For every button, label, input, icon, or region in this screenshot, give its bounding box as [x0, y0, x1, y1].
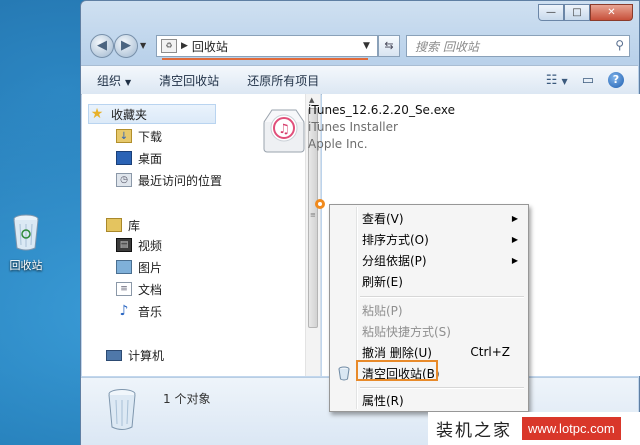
menu-item-label: 查看(V) [362, 211, 404, 226]
menu-item-paste[interactable]: 粘贴(P) [332, 300, 526, 320]
address-path[interactable]: 回收站 [192, 38, 363, 55]
search-icon[interactable]: ⚲ [615, 38, 624, 52]
recycle-bin-icon [13, 214, 39, 251]
menu-item-label: 分组依据(P) [362, 253, 427, 268]
menu-item-label: 属性(R) [362, 393, 404, 408]
menu-item-group-by[interactable]: 分组依据(P) ▶ [332, 250, 526, 270]
menu-separator [360, 296, 524, 298]
library-icon [106, 218, 122, 232]
desktop-recycle-bin[interactable]: 回收站 [4, 212, 48, 273]
menu-item-label: 粘贴快捷方式(S) [362, 324, 451, 339]
nav-item-label: 音乐 [138, 304, 163, 319]
nav-item-recent-places[interactable]: ◷ 最近访问的位置 [116, 171, 222, 189]
organize-button[interactable]: 组织 ▼ [93, 69, 135, 92]
toolbar-right: ☷ ▼ ▭ ? [546, 72, 624, 88]
nav-item-desktop[interactable]: 桌面 [116, 149, 162, 167]
menu-separator [360, 387, 524, 389]
menu-item-label: 粘贴(P) [362, 303, 403, 318]
maximize-button[interactable]: □ [564, 4, 590, 21]
submenu-arrow-icon: ▶ [511, 213, 518, 223]
recent-pages-dropdown[interactable]: ▼ [140, 41, 146, 50]
command-bar: 组织 ▼ 清空回收站 还原所有项目 ☷ ▼ ▭ ? [81, 65, 638, 95]
help-icon[interactable]: ? [608, 72, 624, 88]
menu-item-undo-delete[interactable]: 撤消 删除(U) Ctrl+Z [332, 342, 526, 362]
file-description: iTunes Installer [308, 120, 398, 134]
recycle-bin-menu-icon [338, 366, 350, 381]
watermark-brand: 装机之家 [436, 421, 512, 441]
nav-item-downloads[interactable]: ↓ 下载 [116, 127, 162, 145]
nav-favorites-label: 收藏夹 [111, 107, 148, 122]
nav-computer[interactable]: 计算机 [106, 346, 164, 364]
menu-item-label: 排序方式(O) [362, 232, 429, 247]
restore-all-button[interactable]: 还原所有项目 [243, 69, 323, 92]
svg-text:♫: ♫ [278, 122, 290, 137]
music-icon: ♪ [119, 303, 129, 319]
search-input[interactable] [413, 37, 607, 57]
recycle-bin-large-icon [108, 389, 136, 430]
address-underline [162, 58, 368, 60]
menu-item-sort-by[interactable]: 排序方式(O) ▶ [332, 229, 526, 249]
menu-item-label: 刷新(E) [362, 274, 403, 289]
nav-item-videos[interactable]: ▤ 视频 [116, 236, 162, 254]
preview-pane-icon[interactable]: ▭ [582, 73, 594, 88]
close-button[interactable]: ✕ [590, 4, 633, 21]
nav-item-label: 最近访问的位置 [138, 173, 223, 188]
menu-item-shortcut: Ctrl+Z [470, 345, 510, 359]
submenu-arrow-icon: ▶ [511, 255, 518, 265]
view-options-icon[interactable]: ☷ ▼ [546, 73, 568, 88]
refresh-button[interactable]: ⇆ [378, 35, 400, 57]
item-count: 1 个对象 [163, 392, 211, 406]
forward-button[interactable]: ▶ [114, 34, 138, 58]
nav-libraries[interactable]: 库 [106, 216, 140, 234]
nav-libraries-label: 库 [128, 218, 141, 233]
computer-icon [106, 349, 122, 361]
empty-bin-button[interactable]: 清空回收站 [155, 69, 223, 92]
menu-item-refresh[interactable]: 刷新(E) [332, 271, 526, 291]
itunes-installer-icon[interactable]: ♫ [260, 104, 308, 156]
minimize-button[interactable]: — [538, 4, 564, 21]
nav-item-music[interactable]: ♪ 音乐 [116, 302, 162, 320]
star-icon: ★ [90, 106, 104, 122]
cursor-marker [315, 199, 325, 209]
nav-item-label: 桌面 [138, 151, 163, 166]
submenu-arrow-icon: ▶ [511, 234, 518, 244]
address-bar[interactable]: ♻ ▶ 回收站 ▼ [156, 35, 378, 57]
back-button[interactable]: ◀ [90, 34, 114, 58]
video-icon: ▤ [116, 238, 132, 252]
scroll-grip-icon: ≡ [310, 211, 316, 219]
nav-item-documents[interactable]: ≡ 文档 [116, 280, 162, 298]
recycle-bin-small-icon: ♻ [161, 39, 177, 53]
highlight-box [356, 360, 438, 381]
recent-places-icon: ◷ [116, 173, 132, 187]
picture-icon [116, 260, 132, 274]
nav-computer-label: 计算机 [128, 348, 165, 363]
organize-label: 组织 [97, 73, 122, 88]
file-name[interactable]: iTunes_12.6.2.20_Se.exe [308, 103, 455, 117]
menu-item-properties[interactable]: 属性(R) [332, 390, 526, 410]
search-box[interactable]: ⚲ [406, 35, 630, 57]
menu-item-view[interactable]: 查看(V) ▶ [332, 208, 526, 228]
address-dropdown-icon[interactable]: ▼ [363, 41, 377, 51]
recycle-bin-label: 回收站 [9, 259, 43, 272]
downloads-folder-icon: ↓ [116, 129, 132, 143]
nav-item-label: 文档 [138, 282, 163, 297]
file-company: Apple Inc. [308, 137, 368, 151]
document-icon: ≡ [116, 282, 132, 296]
menu-item-label: 撤消 删除(U) [362, 345, 432, 360]
watermark: 装机之家 www.lotpc.com [428, 412, 640, 445]
address-row: ◀ ▶ ▼ ♻ ▶ 回收站 ▼ ⇆ ⚲ [88, 33, 633, 60]
breadcrumb-arrow-icon[interactable]: ▶ [181, 41, 188, 51]
desktop-icon [116, 151, 132, 165]
content-scroll-edge [632, 98, 638, 376]
window-controls: — □ ✕ [538, 4, 633, 21]
nav-item-label: 下载 [138, 129, 163, 144]
menu-item-paste-shortcut[interactable]: 粘贴快捷方式(S) [332, 321, 526, 341]
nav-item-label: 图片 [138, 260, 163, 275]
nav-item-pictures[interactable]: 图片 [116, 258, 162, 276]
caret-down-icon: ▼ [125, 77, 132, 87]
nav-item-label: 视频 [138, 238, 163, 253]
watermark-url: www.lotpc.com [522, 417, 621, 440]
nav-favorites[interactable]: ★ 收藏夹 [88, 104, 216, 124]
